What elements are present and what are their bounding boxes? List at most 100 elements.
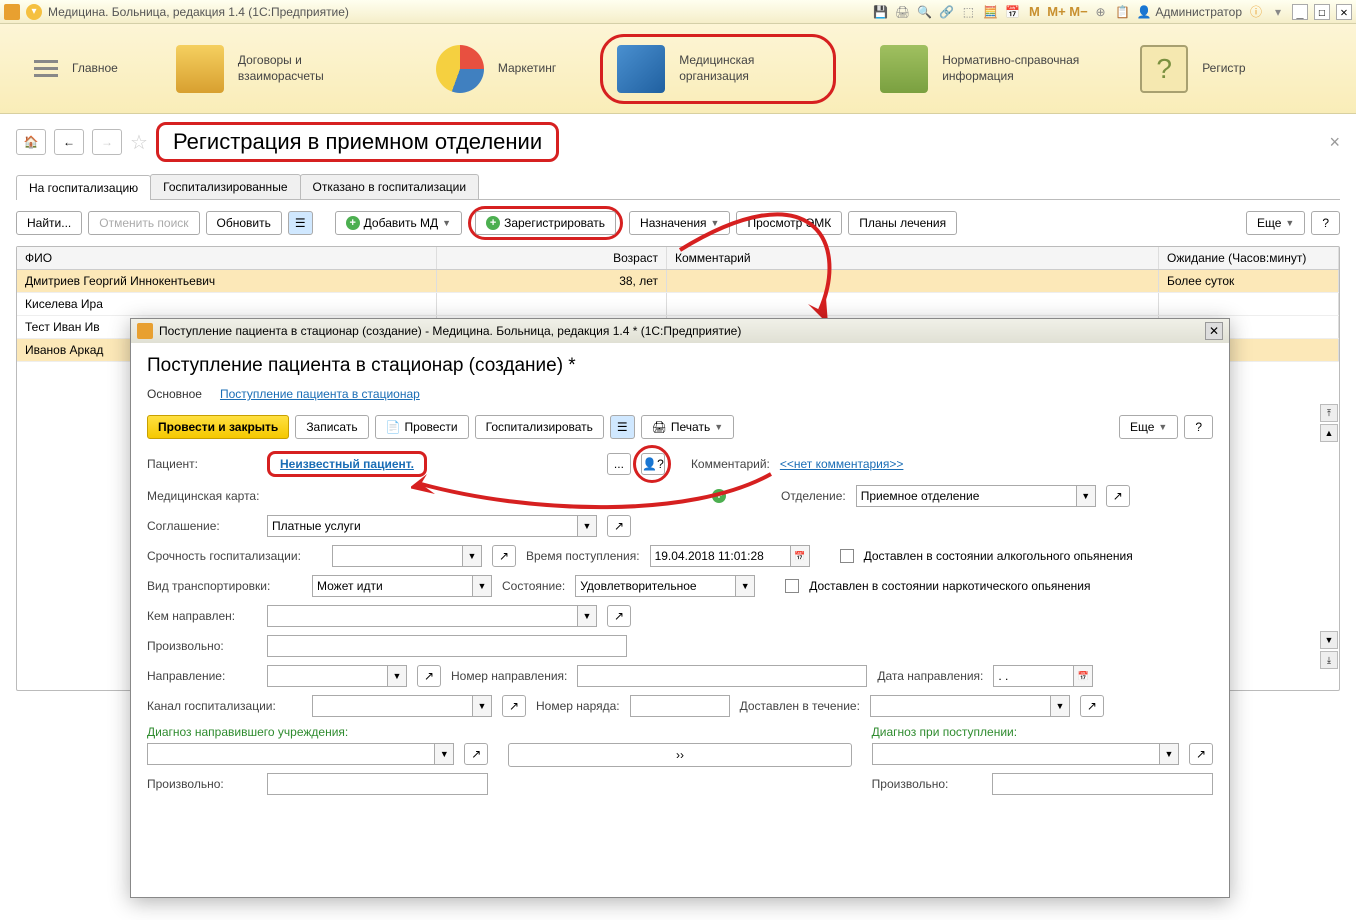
tab-to-hospitalize[interactable]: На госпитализацию [16,175,151,200]
scroll-top-icon[interactable]: ⤒ [1320,404,1338,422]
cancel-search-button[interactable]: Отменить поиск [88,211,199,235]
free2-input[interactable] [267,773,488,795]
favorite-star-icon[interactable]: ☆ [130,130,148,155]
chevron-down-icon[interactable]: ▼ [577,605,597,627]
dlg-more-button[interactable]: Еще ▼ [1119,415,1178,439]
table-row[interactable]: Дмитриев Георгий Иннокентьевич 38, лет Б… [17,270,1339,293]
calendar-icon[interactable]: 📅 [1004,4,1020,20]
state-input[interactable] [575,575,735,597]
compare-icon[interactable]: ⬚ [960,4,976,20]
patient-lookup-button[interactable]: ... [607,453,631,475]
chevron-down-icon[interactable]: ▼ [387,665,407,687]
chevron-down-icon[interactable]: ▼ [1159,743,1179,765]
m-minus-icon[interactable]: M− [1070,4,1086,20]
print-button[interactable]: 🖨 Печать ▼ [641,415,734,439]
th-age[interactable]: Возраст [437,247,667,269]
vertical-scrollbar[interactable]: ⤒ ▲ ▼ ⤓ [1320,404,1338,669]
channel-select[interactable]: ▼ [312,695,492,717]
free1-input[interactable] [267,635,627,657]
tab-refused[interactable]: Отказано в госпитализации [300,174,480,199]
comment-link[interactable]: <<нет комментария>> [780,457,904,471]
treatment-plans-button[interactable]: Планы лечения [848,211,957,235]
scroll-down-icon[interactable]: ▼ [1320,631,1338,649]
nav-main[interactable]: Главное [20,52,132,85]
more-button[interactable]: Еще ▼ [1246,211,1305,235]
free3-input[interactable] [992,773,1213,795]
referred-input[interactable] [267,605,577,627]
narcotic-checkbox[interactable] [785,579,799,593]
register-button[interactable]: +Зарегистрировать [475,211,616,235]
current-user[interactable]: 👤 Администратор [1136,5,1242,19]
direction-input[interactable] [267,665,387,687]
transport-select[interactable]: ▼ [312,575,492,597]
zoom-icon[interactable]: ⊕ [1092,4,1108,20]
chevron-down-icon[interactable]: ▼ [472,575,492,597]
favorites-icon[interactable]: ▾ [26,4,42,20]
calendar-icon[interactable]: 📅 [790,545,810,567]
view-emk-button[interactable]: Просмотр ЭМК [736,211,842,235]
calendar-icon[interactable]: 📅 [1073,665,1093,687]
m-plus-icon[interactable]: M+ [1048,4,1064,20]
m-icon[interactable]: M [1026,4,1042,20]
arrival-time-field[interactable]: 📅 [650,545,810,567]
page-close-button[interactable]: × [1329,132,1340,153]
urgency-select[interactable]: ▼ [332,545,482,567]
channel-input[interactable] [312,695,472,717]
direction-open-button[interactable]: ↗ [417,665,441,687]
direction-no-input[interactable] [577,665,867,687]
transport-input[interactable] [312,575,472,597]
department-select[interactable]: ▼ [856,485,1096,507]
diag-adm-open-button[interactable]: ↗ [1189,743,1213,765]
department-input[interactable] [856,485,1076,507]
add-card-button[interactable]: + [707,485,731,507]
list-icon-button[interactable]: ☰ [288,211,313,235]
order-no-input[interactable] [630,695,730,717]
tab-hospitalized[interactable]: Госпитализированные [150,174,300,199]
dlg-nav-main[interactable]: Основное [147,387,202,401]
agreement-select[interactable]: ▼ [267,515,597,537]
arrival-time-input[interactable] [650,545,790,567]
direction-select[interactable]: ▼ [267,665,407,687]
delivered-open-button[interactable]: ↗ [1080,695,1104,717]
alcohol-checkbox[interactable] [840,549,854,563]
info-icon[interactable]: ⓘ [1248,4,1264,20]
find-button[interactable]: Найти... [16,211,82,235]
referred-select[interactable]: ▼ [267,605,597,627]
nav-reference[interactable]: Нормативно-справочная информация [866,37,1096,101]
dropdown-icon[interactable]: ▾ [1270,4,1286,20]
direction-date-input[interactable] [993,665,1073,687]
back-button[interactable]: ← [54,129,84,155]
th-wait[interactable]: Ожидание (Часов:минут) [1159,247,1339,269]
chevron-down-icon[interactable]: ▼ [1050,695,1070,717]
copy-right-button[interactable]: ›› [508,743,851,767]
nav-contracts[interactable]: Договоры и взаиморасчеты [162,37,392,101]
nav-med-org[interactable]: Медицинская организация [600,34,836,104]
add-md-button[interactable]: +Добавить МД ▼ [335,211,462,235]
refresh-button[interactable]: Обновить [206,211,282,235]
diag-ref-input[interactable] [147,743,434,765]
chevron-down-icon[interactable]: ▼ [1076,485,1096,507]
agreement-input[interactable] [267,515,577,537]
scroll-up-icon[interactable]: ▲ [1320,424,1338,442]
diag-adm-select[interactable]: ▼ [872,743,1179,765]
chevron-down-icon[interactable]: ▼ [434,743,454,765]
forward-button[interactable]: → [92,129,122,155]
nav-marketing[interactable]: Маркетинг [422,37,570,101]
save-button[interactable]: Записать [295,415,368,439]
hospitalize-button[interactable]: Госпитализировать [475,415,604,439]
post-close-button[interactable]: Провести и закрыть [147,415,289,439]
th-fio[interactable]: ФИО [17,247,437,269]
help-button[interactable]: ? [1311,211,1340,235]
save-icon[interactable]: 💾 [872,4,888,20]
home-button[interactable]: 🏠 [16,129,46,155]
nav-registry[interactable]: ? Регистр [1126,37,1259,101]
scroll-bottom-icon[interactable]: ⤓ [1320,651,1338,669]
calc-icon[interactable]: 🧮 [982,4,998,20]
close-button[interactable]: ✕ [1336,4,1352,20]
minimize-button[interactable]: _ [1292,4,1308,20]
diag-ref-select[interactable]: ▼ [147,743,454,765]
dialog-close-button[interactable]: ✕ [1205,322,1223,340]
post-button[interactable]: 📄 Провести [375,415,469,439]
referred-open-button[interactable]: ↗ [607,605,631,627]
urgency-input[interactable] [332,545,462,567]
